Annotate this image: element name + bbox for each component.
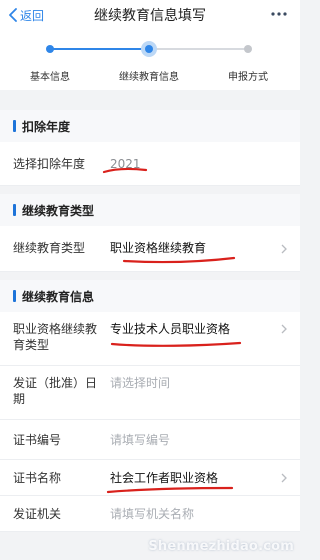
issuer-row[interactable]: 发证机关 请填写机关名称 — [0, 496, 300, 532]
deduction-year-value: 2021 — [110, 157, 141, 171]
issuer-input[interactable]: 请填写机关名称 — [110, 506, 194, 522]
edu-type-label: 继续教育类型 — [13, 241, 86, 255]
cert-no-row[interactable]: 证书编号 请填写编号 — [0, 420, 300, 460]
step-connector-done — [50, 48, 149, 50]
section-header-edu-info: 继续教育信息 — [0, 280, 300, 312]
issue-date-placeholder: 请选择时间 — [110, 376, 171, 390]
step-dot-pending — [244, 45, 252, 53]
cert-name-row[interactable]: 证书名称 社会工作者职业资格 — [0, 460, 300, 496]
back-label: 返回 — [20, 8, 45, 23]
section-title: 继续教育类型 — [22, 204, 95, 218]
chevron-right-icon — [281, 473, 287, 483]
divider-gap — [0, 186, 300, 194]
section-accent-bar — [13, 120, 16, 132]
section-header-edu-type: 继续教育类型 — [0, 194, 300, 226]
watermark: Shenmezhidao.com — [148, 539, 294, 554]
section-title: 扣除年度 — [22, 120, 71, 134]
cert-no-input[interactable]: 请填写编号 — [110, 432, 170, 448]
step-label-education: 继续教育信息 — [119, 72, 179, 83]
divider-gap — [0, 90, 300, 98]
issue-date-row[interactable]: 发证（批准）日期 请选择时间 — [0, 366, 300, 420]
issue-date-label: 发证（批准）日期 — [13, 376, 98, 406]
progress-stepper: 基本信息 继续教育信息 申报方式 — [0, 30, 300, 90]
step-dot-done — [46, 45, 54, 53]
step-label-basic: 基本信息 — [30, 72, 70, 83]
back-button[interactable]: 返回 — [8, 6, 44, 24]
step-label-declare: 申报方式 — [228, 72, 268, 83]
chevron-left-icon — [9, 8, 17, 22]
page-title: 继续教育信息填写 — [94, 8, 206, 24]
chevron-right-icon — [281, 324, 287, 334]
section-accent-bar — [13, 204, 16, 216]
divider-gap — [0, 272, 300, 280]
step-dot-current — [145, 45, 153, 53]
more-icon — [271, 12, 287, 16]
cert-name-label: 证书名称 — [13, 471, 62, 485]
issuer-label: 发证机关 — [13, 507, 62, 521]
step-connector-pending — [149, 48, 248, 50]
section-header-deduction-year: 扣除年度 — [0, 110, 300, 142]
more-button[interactable] — [270, 5, 288, 23]
qual-type-label: 职业资格继续教育类型 — [13, 322, 98, 352]
nav-bar: 返回 继续教育信息填写 — [0, 0, 300, 30]
deduction-year-label: 选择扣除年度 — [13, 157, 86, 171]
chevron-right-icon — [281, 244, 287, 254]
qual-type-value: 专业技术人员职业资格 — [110, 322, 231, 336]
app-screen: 返回 继续教育信息填写 基本信息 继续教育信息 申报方式 扣除年度 选择扣除年度… — [0, 0, 300, 560]
edu-type-row[interactable]: 继续教育类型 职业资格继续教育 — [0, 226, 300, 272]
section-title: 继续教育信息 — [22, 290, 95, 304]
section-accent-bar — [13, 290, 16, 302]
edu-type-value: 职业资格继续教育 — [110, 241, 207, 255]
deduction-year-row[interactable]: 选择扣除年度 2021 — [0, 142, 300, 186]
cert-name-input[interactable]: 社会工作者职业资格 — [110, 470, 218, 486]
cert-no-label: 证书编号 — [13, 433, 62, 447]
qual-type-row[interactable]: 职业资格继续教育类型 专业技术人员职业资格 — [0, 312, 300, 366]
